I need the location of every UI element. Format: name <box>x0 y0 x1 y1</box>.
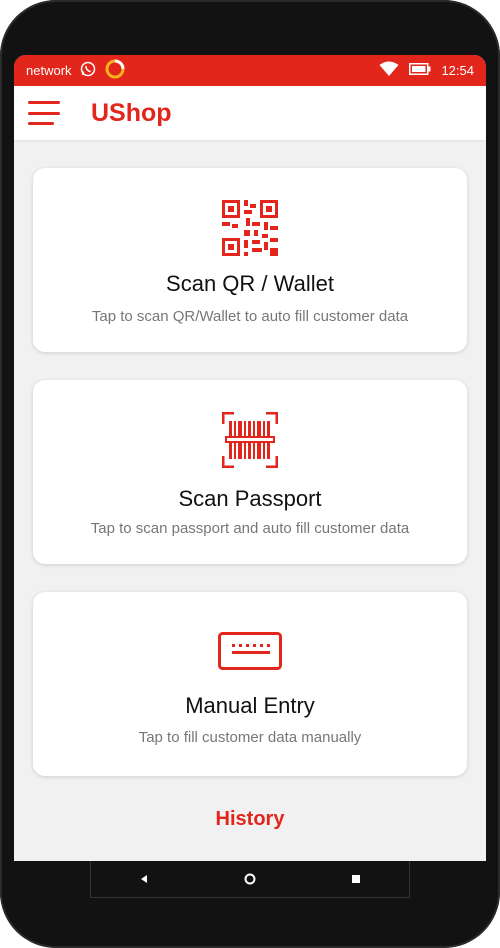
qr-code-icon <box>222 200 278 261</box>
whatsapp-icon <box>80 61 96 80</box>
history-link[interactable]: History <box>14 808 486 831</box>
hamburger-menu-icon[interactable] <box>28 101 60 125</box>
status-bar: network 12:54 <box>14 55 486 86</box>
battery-icon <box>409 63 431 78</box>
clock: 12:54 <box>441 63 474 78</box>
network-label: network <box>26 63 72 78</box>
barcode-scan-icon <box>221 411 279 473</box>
manual-entry-card[interactable]: Manual Entry Tap to fill customer data m… <box>33 592 467 776</box>
screen: network 12:54 UShop Scan QR / Wallet Tap… <box>14 55 486 861</box>
sync-ring-icon <box>104 58 126 83</box>
card-subtitle: Tap to scan QR/Wallet to auto fill custo… <box>91 308 409 325</box>
card-title: Scan QR / Wallet <box>166 271 334 296</box>
navigation-bar <box>90 861 410 898</box>
card-subtitle: Tap to scan passport and auto fill custo… <box>90 520 410 537</box>
card-title: Scan Passport <box>178 486 322 511</box>
card-subtitle: Tap to fill customer data manually <box>138 729 362 746</box>
phone-frame: network 12:54 UShop Scan QR / Wallet Tap… <box>0 0 500 948</box>
recents-icon[interactable] <box>336 864 376 894</box>
keyboard-icon <box>218 632 282 675</box>
app-bar: UShop <box>14 86 486 140</box>
card-title: Manual Entry <box>185 693 315 718</box>
scan-qr-wallet-card[interactable]: Scan QR / Wallet Tap to scan QR/Wallet t… <box>33 168 467 352</box>
app-title: UShop <box>91 98 172 127</box>
back-icon[interactable] <box>124 864 164 894</box>
scan-passport-card[interactable]: Scan Passport Tap to scan passport and a… <box>33 380 467 564</box>
home-icon[interactable] <box>230 864 270 894</box>
wifi-icon <box>379 61 399 80</box>
